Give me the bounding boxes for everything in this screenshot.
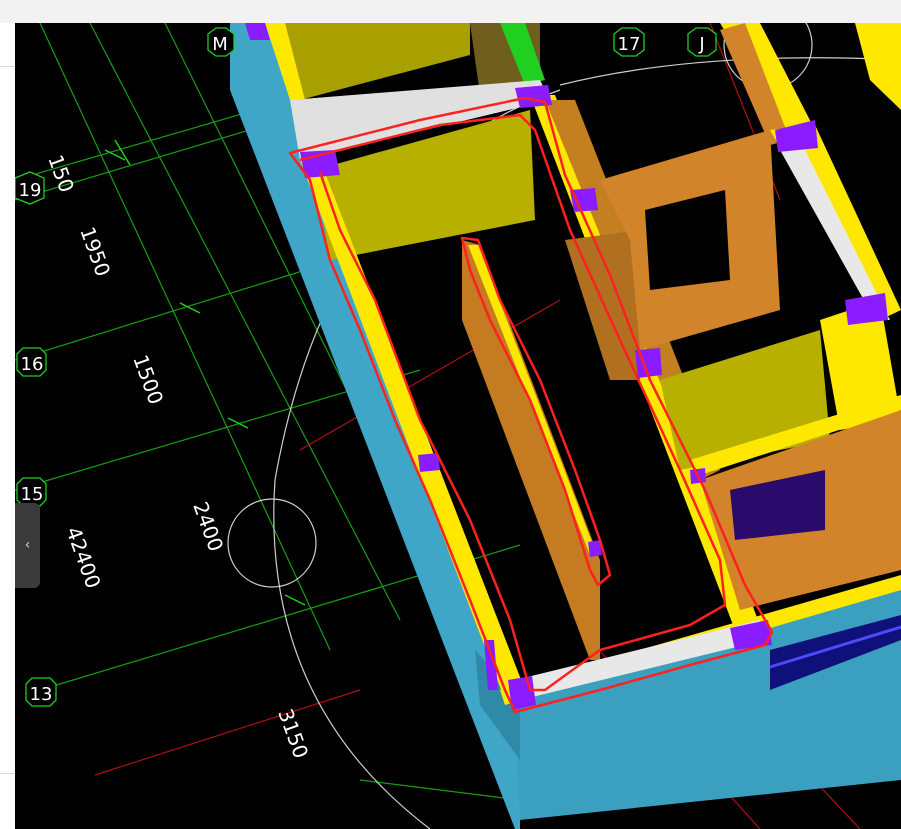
top-strip: [0, 0, 901, 23]
chevron-left-icon: ‹: [24, 537, 31, 553]
column: [570, 188, 598, 212]
axis-label-m: M: [212, 34, 228, 55]
axis-label-13: 13: [30, 684, 53, 705]
beam-top: [780, 140, 890, 320]
axis-bubble-15: 15: [16, 477, 47, 507]
axis-label-j: J: [698, 34, 704, 55]
axis-label-17: 17: [618, 34, 641, 55]
dimension-label-1500: 1500: [128, 352, 168, 408]
arc: [559, 57, 901, 86]
axis-bubble-16: 16: [16, 347, 47, 377]
model-canvas[interactable]: M 17 J 19 16 15 13 150 1950 1500 2400 42…: [15, 23, 901, 829]
panel-collapse-button[interactable]: ‹: [15, 503, 40, 588]
grid-line: [359, 779, 521, 801]
beam-strip: [855, 23, 901, 110]
beam-strip: [468, 245, 595, 555]
axis-label-19: 19: [19, 180, 42, 201]
tick: [114, 139, 131, 166]
dimension-label-2400: 2400: [188, 499, 228, 555]
axis-bubble-j: J: [687, 27, 717, 57]
axis-bubble-19: 19: [15, 171, 45, 205]
3d-model-viewport[interactable]: M 17 J 19 16 15 13 150 1950 1500 2400 42…: [15, 23, 901, 829]
axis-label-15: 15: [21, 484, 44, 505]
panel-divider: [0, 66, 15, 67]
axis-bubble-m: M: [207, 27, 235, 57]
dimension-label-1950: 1950: [75, 224, 115, 280]
dimension-label-150: 150: [43, 152, 79, 196]
dimension-label-42400: 42400: [61, 524, 105, 592]
panel-divider: [0, 773, 15, 774]
axis-bubble-17: 17: [613, 27, 645, 57]
axis-line: [94, 689, 361, 776]
dimension-label-3150: 3150: [273, 706, 313, 762]
column: [845, 293, 888, 325]
axis-bubble-13: 13: [25, 677, 57, 707]
circle-marker: [227, 498, 317, 588]
tick: [284, 594, 306, 606]
left-side-panel: [0, 23, 16, 829]
dimension-labels: 150 1950 1500 2400 42400 3150: [43, 152, 313, 762]
axis-label-16: 16: [21, 354, 44, 375]
